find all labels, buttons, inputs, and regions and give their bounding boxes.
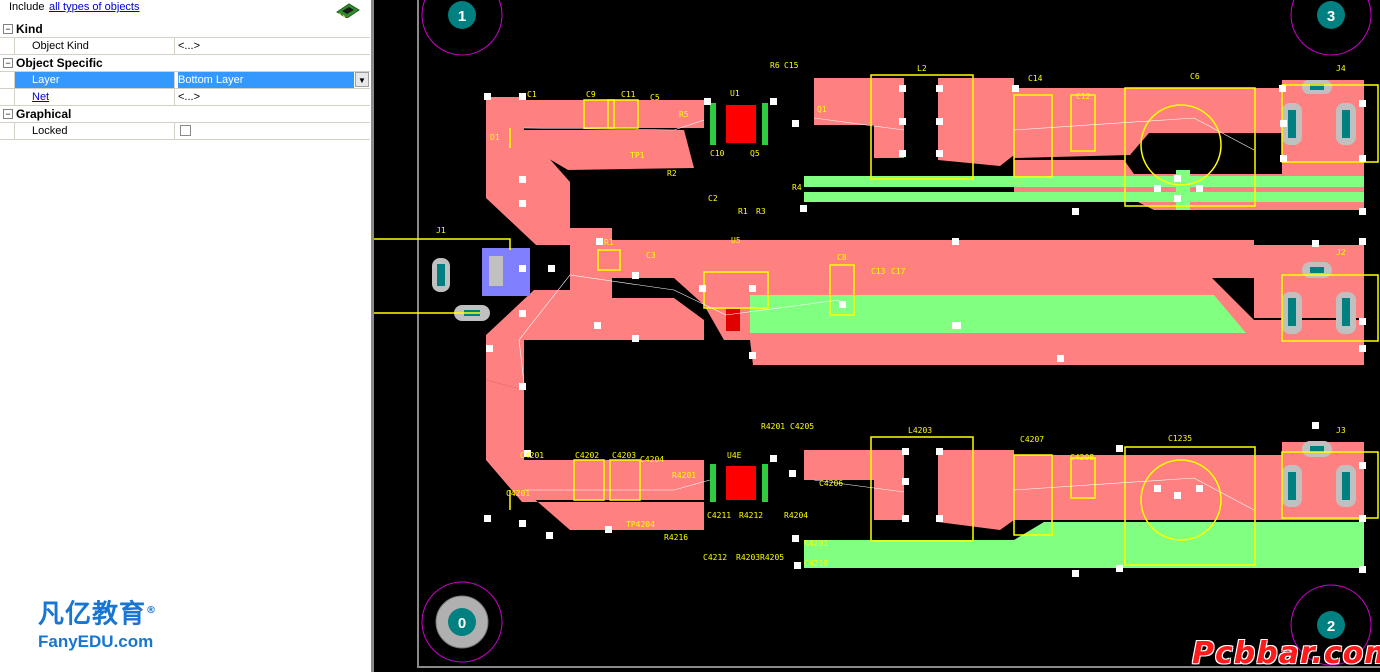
property-net[interactable]: Net <...> [0,89,370,106]
property-locked[interactable]: Locked [0,123,370,140]
label-r1-mid: R1 [604,238,614,247]
logo-english-text: FanyEDU.com [38,631,154,651]
label-c1235: C1235 [1168,434,1192,443]
label-r2: R2 [667,169,677,178]
label-j1: J1 [436,226,446,235]
locked-checkbox[interactable] [180,125,191,136]
label-c4201: C4201 [520,451,544,460]
property-grid: − Kind Object Kind <...> − Object Specif… [0,21,370,140]
label-r4204: R4204 [784,511,808,520]
inspector-panel: Include all types of objects − Kind Obje… [0,0,372,672]
chevron-down-icon[interactable]: ▼ [355,72,369,87]
property-object-kind[interactable]: Object Kind <...> [0,38,370,55]
bottom-pad-red[interactable] [726,309,740,331]
collapse-toggle-icon[interactable]: − [3,58,13,68]
label-c15: C15 [784,61,799,70]
include-filter-row: Include all types of objects [0,0,371,20]
property-name: Object Kind [14,38,175,54]
label-c1: C1 [527,90,537,99]
label-c4212: C4212 [703,553,727,562]
label-c4207: C4207 [1020,435,1044,444]
label-r4203: R4203 [736,553,760,562]
label-c3: C3 [646,251,656,260]
include-label: Include [9,1,45,13]
property-value[interactable]: <...> [178,89,370,105]
label-c4208: C4208 [1070,453,1094,462]
label-r4201: R4201 [761,422,785,431]
property-name: Locked [14,123,175,139]
label-d1: D1 [490,133,500,142]
registered-mark: ® [146,605,158,616]
collapse-toggle-icon[interactable]: − [3,24,13,34]
label-c4203: C4203 [612,451,636,460]
label-c4210: C4210 [804,559,828,568]
property-name: Net [14,89,175,105]
label-tp1: TP1 [630,151,645,160]
category-label: Graphical [16,107,72,121]
label-c4205: C4205 [790,422,814,431]
category-graphical[interactable]: − Graphical [0,106,370,123]
property-value[interactable]: <...> [178,38,370,54]
label-q5: Q5 [750,149,760,158]
label-c4202: C4202 [575,451,599,460]
label-j2: J2 [1336,248,1346,257]
layer-select-value[interactable]: Bottom Layer [178,72,354,88]
logo-cn: 凡亿教育 [38,599,147,630]
label-c6: C6 [1190,72,1200,81]
label-c4204: C4204 [640,455,664,464]
pcbbar-watermark: Pcbbar.com [1192,636,1380,671]
label-j4: J4 [1336,64,1346,73]
mount-hole-label: 2 [1327,618,1335,635]
pcb-chip-icon [336,3,360,18]
all-object-types-link[interactable]: all types of objects [49,0,140,14]
property-layer[interactable]: Layer Bottom Layer ▼ [0,72,370,89]
label-l2: L2 [917,64,927,73]
property-name: Layer [14,72,175,88]
collapse-toggle-icon[interactable]: − [3,109,13,119]
label-r6: R6 [770,61,780,70]
label-c11: C11 [621,90,636,99]
category-label: Object Specific [16,56,103,70]
label-c17: C17 [891,267,906,276]
label-r4212: R4212 [739,511,763,520]
label-c4201b: C4201 [506,489,530,498]
mount-hole-label: 0 [458,615,466,632]
label-r4216: R4216 [664,533,688,542]
label-r4205: R4205 [760,553,784,562]
label-c8: C8 [837,253,847,262]
label-c9: C9 [586,90,596,99]
label-r4201c: R4201 [804,539,828,548]
label-tp4204: TP4204 [626,520,655,529]
category-label: Kind [16,22,43,36]
fanyedu-logo: 凡亿教育® FanyEDU.com [38,596,157,652]
label-c14: C14 [1028,74,1043,83]
bottom-copper-middle[interactable] [750,295,1246,333]
label-c5: C5 [650,93,660,102]
net-link[interactable]: Net [32,91,49,103]
logo-chinese-text: 凡亿教育® [38,596,157,630]
label-u1: U1 [730,89,740,98]
label-c13: C13 [871,267,886,276]
category-kind[interactable]: − Kind [0,21,370,38]
mount-hole-label: 1 [458,8,466,25]
label-c10: C10 [710,149,725,158]
label-u5: U5 [731,236,741,245]
mount-hole-label: 3 [1327,8,1335,25]
label-q1: Q1 [817,105,827,114]
label-c12: C12 [1076,92,1091,101]
label-r5: R5 [679,110,689,119]
label-r3: R3 [756,207,766,216]
label-r4201b: R4201 [672,471,696,480]
label-r1: R1 [738,207,748,216]
label-c4211: C4211 [707,511,731,520]
category-object-specific[interactable]: − Object Specific [0,55,370,72]
label-j3: J3 [1336,426,1346,435]
pcb-canvas[interactable]: 1 3 0 2 L2 C14 C12 C6 J4 R6 C15 U1 Q1 C9… [374,0,1380,672]
label-u4e: U4E [727,451,742,460]
label-c2: C2 [708,194,718,203]
label-r4: R4 [792,183,802,192]
label-l4203: L4203 [908,426,932,435]
